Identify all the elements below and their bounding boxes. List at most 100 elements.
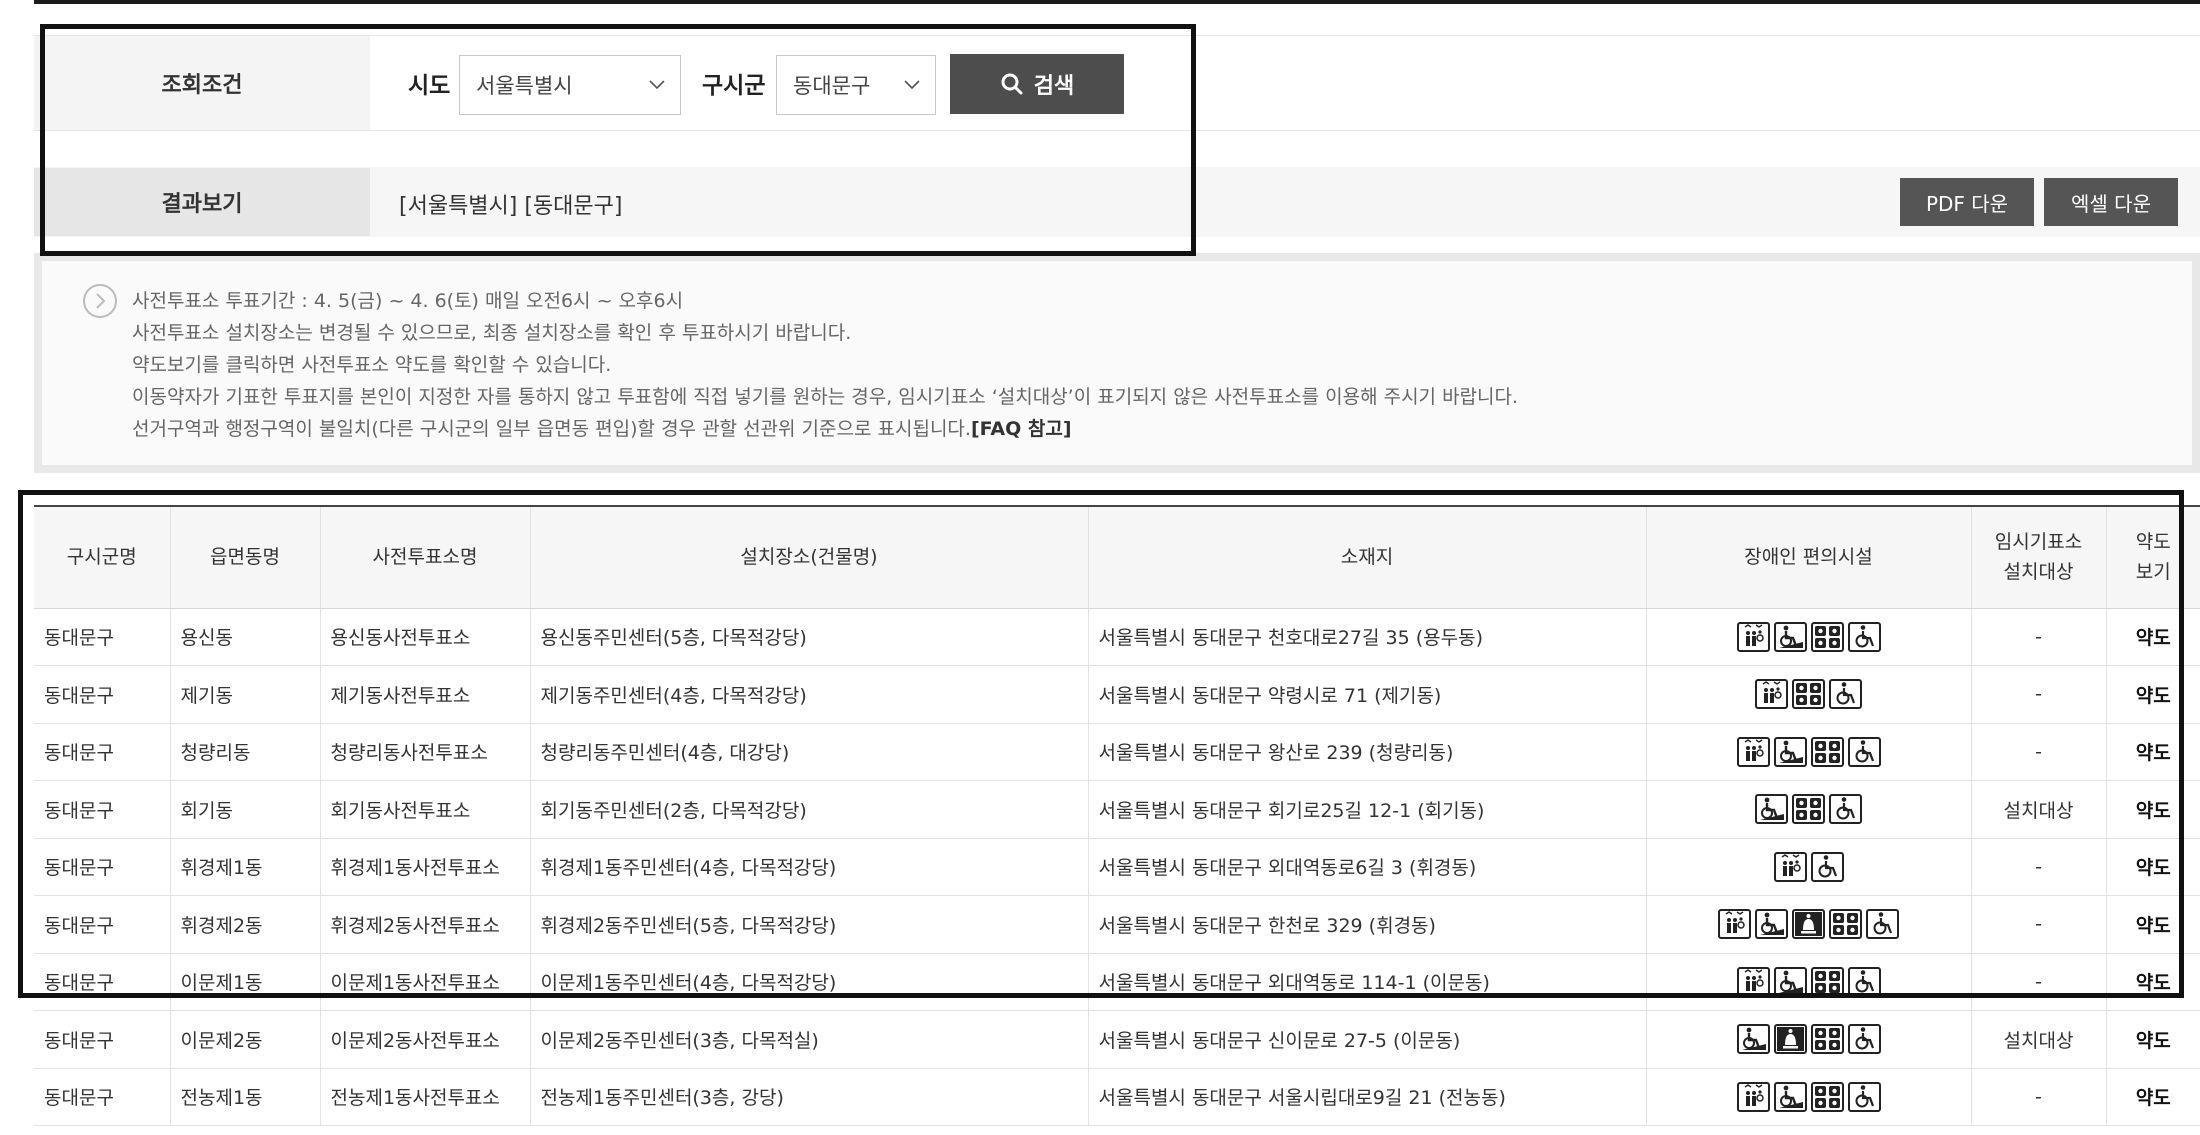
elevator-icon bbox=[1718, 909, 1751, 940]
cell-dong: 전농제1동 bbox=[170, 1068, 321, 1126]
wheelchair-icon bbox=[1847, 621, 1881, 652]
header-facilities: 장애인 편의시설 bbox=[1646, 507, 1972, 609]
cell-sigungu: 동대문구 bbox=[34, 1010, 171, 1069]
braille-icon bbox=[1810, 736, 1844, 767]
cell-place: 용신동주민센터(5층, 다목적강당) bbox=[530, 608, 1089, 666]
wheelchair-icon bbox=[1810, 851, 1844, 882]
map-link[interactable]: 약도 bbox=[2106, 895, 2200, 954]
table-row: 동대문구 이문제2동 이문제2동사전투표소 이문제2동주민센터(3층, 다목적실) 서울… bbox=[34, 1010, 2200, 1069]
map-link[interactable]: 약도 bbox=[2106, 723, 2200, 781]
cell-temp-booth: - bbox=[1971, 838, 2107, 896]
bell-icon bbox=[1773, 1024, 1807, 1055]
wheelchair-icon bbox=[1829, 679, 1862, 710]
cell-temp-booth: 설치대상 bbox=[1971, 1010, 2107, 1069]
cell-place: 제기동주민센터(4층, 다목적강당) bbox=[530, 665, 1089, 724]
sido-select-value: 서울특별시 bbox=[476, 74, 573, 98]
cell-address: 서울특별시 동대문구 회기로25길 12-1 (회기동) bbox=[1088, 780, 1647, 839]
wheelchair-icon bbox=[1829, 794, 1862, 825]
ramp-icon bbox=[1773, 1081, 1807, 1112]
cell-sigungu: 동대문구 bbox=[34, 665, 171, 724]
table-row: 동대문구 제기동 제기동사전투표소 제기동주민센터(4층, 다목적강당) 서울특별시 동… bbox=[34, 665, 2200, 724]
cell-place: 휘경제1동주민센터(4층, 다목적강당) bbox=[530, 838, 1089, 896]
table-row: 동대문구 회기동 회기동사전투표소 회기동주민센터(2층, 다목적강당) 서울특별시 동… bbox=[34, 780, 2200, 839]
header-dong: 읍면동명 bbox=[170, 507, 321, 609]
cell-address: 서울특별시 동대문구 한천로 329 (휘경동) bbox=[1088, 895, 1647, 954]
map-link[interactable]: 약도 bbox=[2106, 838, 2200, 896]
cell-dong: 청량리동 bbox=[170, 723, 321, 781]
wheelchair-icon bbox=[1847, 1024, 1881, 1055]
notice-line: 사전투표소 투표기간 : 4. 5(금) ~ 4. 6(토) 매일 오전6시 ~… bbox=[132, 290, 684, 312]
elevator-icon bbox=[1736, 1081, 1770, 1112]
ramp-icon bbox=[1736, 1024, 1770, 1055]
cell-place: 회기동주민센터(2층, 다목적강당) bbox=[530, 780, 1089, 839]
wheelchair-icon bbox=[1847, 966, 1881, 997]
search-icon bbox=[1001, 73, 1023, 95]
braille-icon bbox=[1829, 909, 1862, 940]
search-button[interactable]: 검색 bbox=[950, 54, 1124, 114]
pdf-download-button[interactable]: PDF 다운 bbox=[1900, 178, 2034, 226]
header-place: 설치장소(건물명) bbox=[530, 507, 1089, 609]
table-row: 동대문구 이문제1동 이문제1동사전투표소 이문제1동주민센터(4층, 다목적강당) 서… bbox=[34, 953, 2200, 1011]
map-link[interactable]: 약도 bbox=[2106, 608, 2200, 666]
faq-link[interactable]: [FAQ 참고] bbox=[971, 418, 1072, 440]
cell-dong: 휘경제2동 bbox=[170, 895, 321, 954]
sido-select[interactable]: 서울특별시 bbox=[459, 55, 681, 115]
cell-station: 제기동사전투표소 bbox=[320, 665, 531, 724]
cell-address: 서울특별시 동대문구 외대역동로6길 3 (휘경동) bbox=[1088, 838, 1647, 896]
table-row: 동대문구 전농제1동 전농제1동사전투표소 전농제1동주민센터(3층, 강당) 서울특별… bbox=[34, 1068, 2200, 1126]
cell-facilities bbox=[1646, 895, 1972, 954]
cell-station: 전농제1동사전투표소 bbox=[320, 1068, 531, 1126]
cell-station: 회기동사전투표소 bbox=[320, 780, 531, 839]
header-station: 사전투표소명 bbox=[320, 507, 531, 609]
wheelchair-icon bbox=[1847, 736, 1881, 767]
elevator-icon bbox=[1755, 679, 1788, 710]
top-divider bbox=[34, 0, 2200, 4]
ramp-icon bbox=[1773, 736, 1807, 767]
cell-temp-booth: - bbox=[1971, 1068, 2107, 1126]
cell-address: 서울특별시 동대문구 서울시립대로9길 21 (전농동) bbox=[1088, 1068, 1647, 1126]
map-link[interactable]: 약도 bbox=[2106, 780, 2200, 839]
elevator-icon bbox=[1736, 966, 1770, 997]
header-address: 소재지 bbox=[1088, 507, 1647, 609]
sigungu-label: 구시군 bbox=[702, 73, 766, 99]
wheelchair-icon bbox=[1866, 909, 1899, 940]
cell-sigungu: 동대문구 bbox=[34, 1068, 171, 1126]
header-map: 약도 보기 bbox=[2106, 507, 2200, 609]
cell-place: 전농제1동주민센터(3층, 강당) bbox=[530, 1068, 1089, 1126]
cell-sigungu: 동대문구 bbox=[34, 953, 171, 1011]
braille-icon bbox=[1792, 679, 1825, 710]
notice-line: 이동약자가 기표한 투표지를 본인이 지정한 자를 통하지 않고 투표함에 직접… bbox=[132, 386, 1519, 408]
cell-temp-booth: 설치대상 bbox=[1971, 780, 2107, 839]
cell-dong: 용신동 bbox=[170, 608, 321, 666]
cell-place: 이문제1동주민센터(4층, 다목적강당) bbox=[530, 953, 1089, 1011]
header-temp-booth: 임시기표소 설치대상 bbox=[1971, 507, 2107, 609]
cell-address: 서울특별시 동대문구 왕산로 239 (청량리동) bbox=[1088, 723, 1647, 781]
sido-label: 시도 bbox=[408, 73, 451, 99]
chevron-down-icon bbox=[904, 80, 920, 90]
cell-sigungu: 동대문구 bbox=[34, 838, 171, 896]
notice-line: 약도보기를 클릭하면 사전투표소 약도를 확인할 수 있습니다. bbox=[132, 354, 612, 376]
cell-facilities bbox=[1646, 723, 1972, 781]
cell-place: 휘경제2동주민센터(5층, 다목적강당) bbox=[530, 895, 1089, 954]
cell-station: 휘경제2동사전투표소 bbox=[320, 895, 531, 954]
sigungu-select-value: 동대문구 bbox=[793, 74, 871, 98]
map-link[interactable]: 약도 bbox=[2106, 1068, 2200, 1126]
map-link[interactable]: 약도 bbox=[2106, 665, 2200, 724]
notice-line: 사전투표소 설치장소는 변경될 수 있으므로, 최종 설치장소를 확인 후 투표… bbox=[132, 322, 852, 344]
cell-sigungu: 동대문구 bbox=[34, 608, 171, 666]
cell-temp-booth: - bbox=[1971, 665, 2107, 724]
cell-dong: 이문제1동 bbox=[170, 953, 321, 1011]
map-link[interactable]: 약도 bbox=[2106, 953, 2200, 1011]
sigungu-select[interactable]: 동대문구 bbox=[776, 55, 936, 115]
ramp-icon bbox=[1773, 966, 1807, 997]
braille-icon bbox=[1810, 1024, 1844, 1055]
map-link[interactable]: 약도 bbox=[2106, 1010, 2200, 1069]
cell-dong: 제기동 bbox=[170, 665, 321, 724]
elevator-icon bbox=[1773, 851, 1807, 882]
cell-temp-booth: - bbox=[1971, 895, 2107, 954]
cell-temp-booth: - bbox=[1971, 608, 2107, 666]
notice-box: 사전투표소 투표기간 : 4. 5(금) ~ 4. 6(토) 매일 오전6시 ~… bbox=[34, 253, 2200, 473]
chevron-circle-icon bbox=[83, 284, 117, 318]
excel-download-button[interactable]: 엑셀 다운 bbox=[2044, 178, 2178, 226]
cell-facilities bbox=[1646, 780, 1972, 839]
